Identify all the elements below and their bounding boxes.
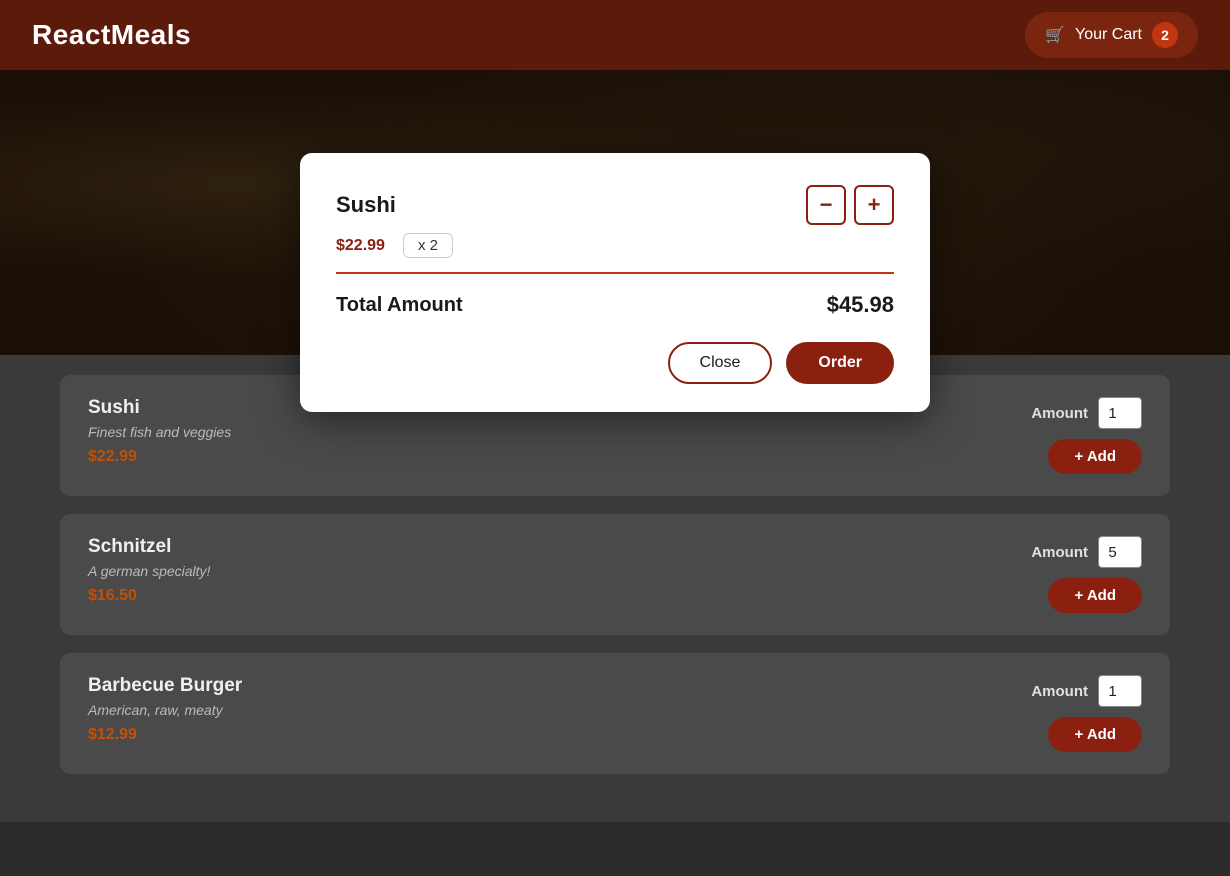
modal-total-label: Total Amount [336,294,463,317]
modal-item-price: $22.99 [336,237,385,255]
modal-divider [336,272,894,274]
menu-item-barbecue-burger: Barbecue Burger American, raw, meaty $12… [60,653,1170,774]
cart-icon: 🛒 [1045,25,1065,45]
modal-total-row: Total Amount $45.98 [336,292,894,318]
amount-row: Amount [1031,675,1142,707]
modal-quantity-controls: − + [806,185,894,225]
menu-item-desc: A german specialty! [88,563,210,579]
add-button-schnitzel[interactable]: + Add [1048,578,1142,613]
cart-button[interactable]: 🛒 Your Cart 2 [1025,12,1198,58]
cart-label: Your Cart [1075,26,1142,44]
cart-badge: 2 [1152,22,1178,48]
menu-item-name: Barbecue Burger [88,675,242,697]
menu-item-price: $22.99 [88,448,231,466]
amount-input[interactable] [1098,536,1142,568]
menu-item-controls: Amount + Add [1031,536,1142,613]
app-logo: ReactMeals [32,19,191,51]
menu-item-info: Barbecue Burger American, raw, meaty $12… [88,675,242,744]
modal-price-row: $22.99 x 2 [336,233,894,258]
cart-modal: Sushi − + $22.99 x 2 Total Amount $45.98… [300,153,930,412]
menu-section: Sushi Finest fish and veggies $22.99 Amo… [0,355,1230,822]
close-button[interactable]: Close [668,342,773,384]
amount-row: Amount [1031,536,1142,568]
menu-item-name: Schnitzel [88,536,210,558]
modal-actions: Close Order [336,342,894,384]
decrement-button[interactable]: − [806,185,846,225]
modal-overlay: Sushi − + $22.99 x 2 Total Amount $45.98… [0,140,1230,425]
menu-item-schnitzel: Schnitzel A german specialty! $16.50 Amo… [60,514,1170,635]
menu-item-desc: American, raw, meaty [88,702,242,718]
order-button[interactable]: Order [786,342,894,384]
menu-item-info: Schnitzel A german specialty! $16.50 [88,536,210,605]
header: ReactMeals 🛒 Your Cart 2 [0,0,1230,70]
modal-total-value: $45.98 [827,292,894,318]
add-button-burger[interactable]: + Add [1048,717,1142,752]
add-button-sushi[interactable]: + Add [1048,439,1142,474]
amount-label: Amount [1031,683,1088,700]
menu-item-price: $16.50 [88,587,210,605]
hero-section: Ch... us Sushi − + $22.99 x 2 [0,70,1230,355]
increment-button[interactable]: + [854,185,894,225]
amount-input[interactable] [1098,675,1142,707]
modal-item-row: Sushi − + [336,185,894,225]
menu-item-price: $12.99 [88,726,242,744]
modal-item-name: Sushi [336,192,396,218]
amount-label: Amount [1031,544,1088,561]
menu-item-controls: Amount + Add [1031,675,1142,752]
modal-quantity-badge: x 2 [403,233,453,258]
menu-item-desc: Finest fish and veggies [88,424,231,440]
